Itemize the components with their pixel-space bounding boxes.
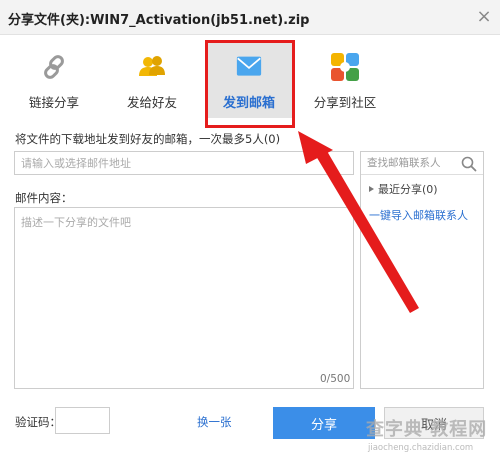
char-count: 0/500 — [320, 373, 351, 385]
cancel-button[interactable]: 取消 — [384, 407, 484, 439]
tab-send-email[interactable]: 发到邮箱 — [206, 42, 292, 118]
contacts-panel: 最近分享(0) 一键导入邮箱联系人 — [360, 151, 484, 389]
refresh-captcha-link[interactable]: 换一张 — [197, 414, 232, 430]
tab-link-share-label: 链接分享 — [28, 95, 79, 110]
message-textarea[interactable] — [14, 207, 354, 389]
tab-send-email-label: 发到邮箱 — [222, 96, 275, 111]
tab-send-friend-label: 发给好友 — [126, 95, 177, 110]
watermark-url: jiaocheng.chazidian.com — [368, 443, 474, 453]
users-icon — [139, 56, 165, 76]
search-icon[interactable] — [461, 156, 477, 172]
email-address-input[interactable] — [14, 151, 354, 175]
email-instruction: 将文件的下载地址发到好友的邮箱，一次最多5人(0) — [15, 132, 281, 146]
message-label: 邮件内容： — [15, 191, 73, 205]
captcha-input[interactable] — [55, 407, 110, 434]
title-bar: 分享文件(夹):WIN7_Activation(jb51.net).zip × — [0, 0, 500, 35]
mail-icon — [236, 56, 262, 76]
import-contacts-link[interactable]: 一键导入邮箱联系人 — [369, 207, 468, 223]
recent-shares-toggle[interactable]: 最近分享(0) — [369, 181, 438, 197]
recent-shares-label: 最近分享(0) — [378, 183, 438, 196]
window-title: 分享文件(夹):WIN7_Activation(jb51.net).zip — [8, 13, 310, 28]
community-icon — [331, 53, 359, 81]
tab-link-share[interactable]: 链接分享 — [14, 42, 94, 118]
tab-share-community[interactable]: 分享到社区 — [303, 42, 387, 118]
link-icon — [44, 55, 64, 79]
share-button[interactable]: 分享 — [273, 407, 375, 439]
tab-share-community-label: 分享到社区 — [313, 95, 377, 110]
expand-arrow-icon — [369, 186, 374, 192]
close-button[interactable]: × — [474, 7, 494, 27]
tab-send-friend[interactable]: 发给好友 — [112, 42, 192, 118]
